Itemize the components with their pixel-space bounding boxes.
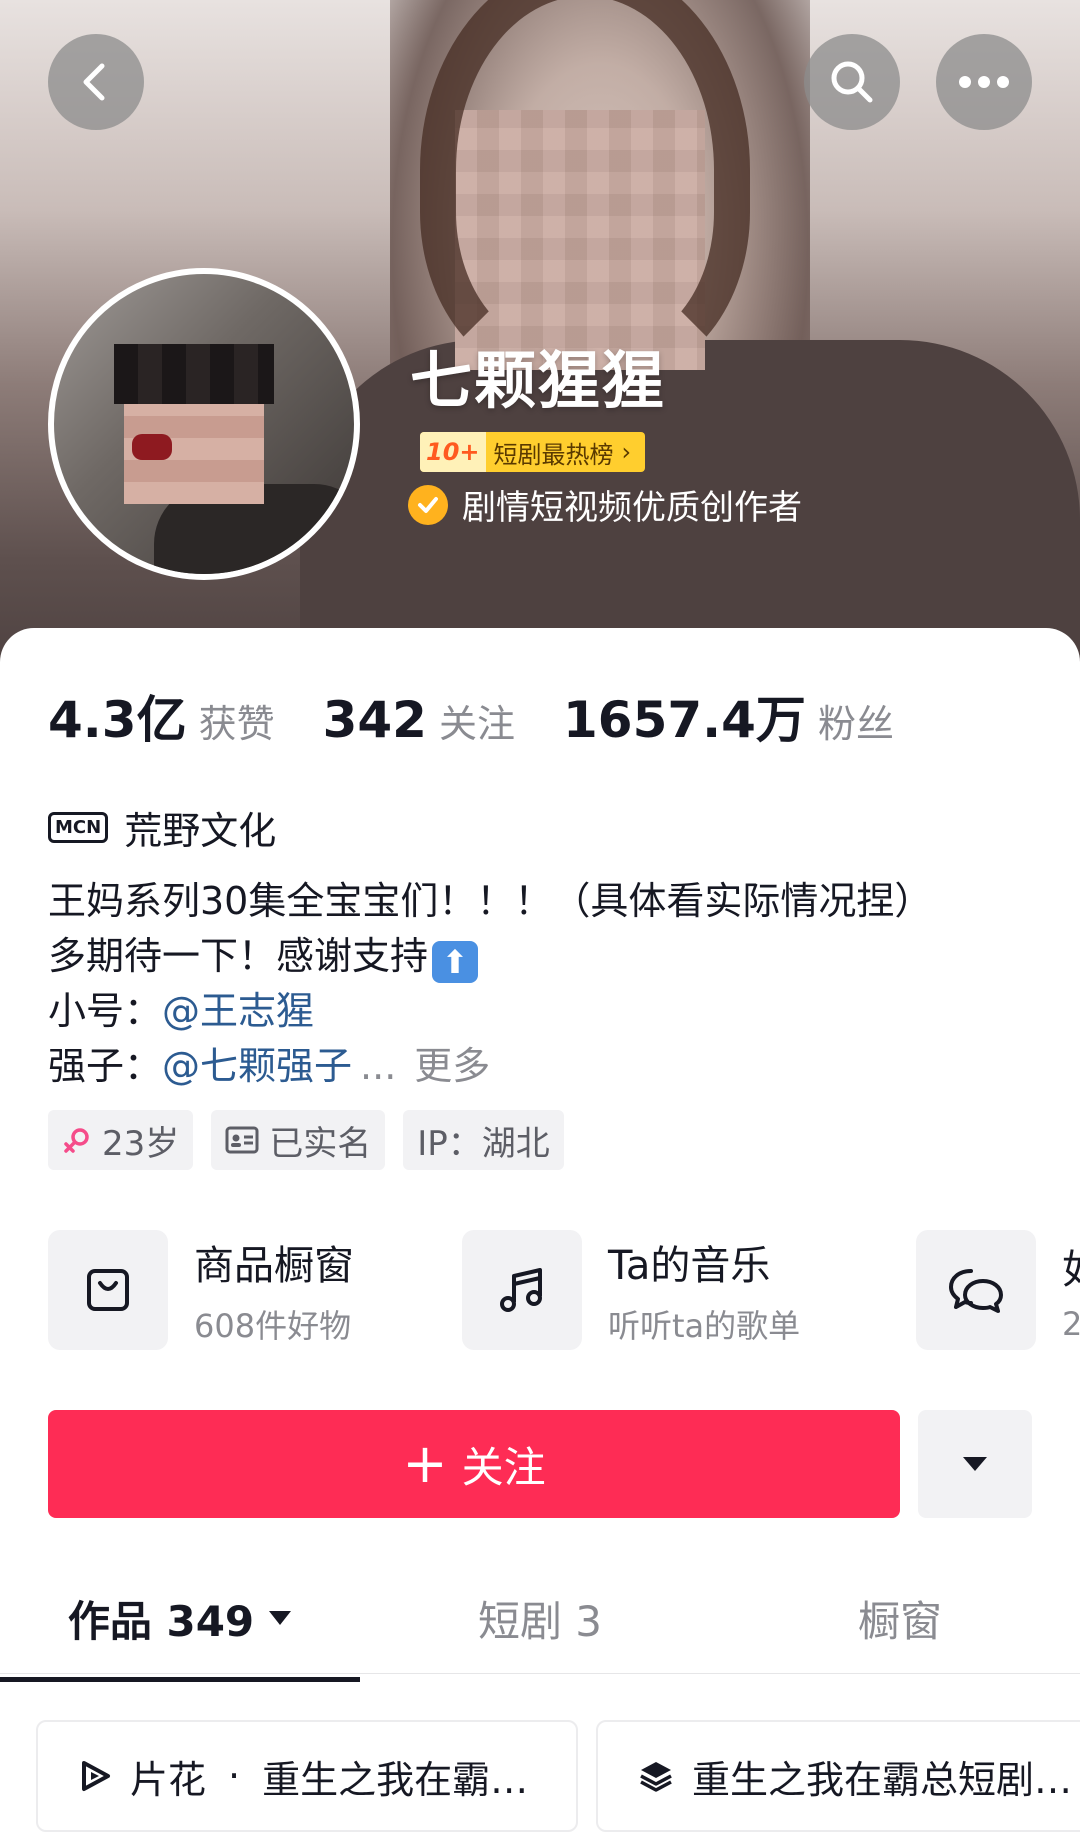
more-options-button[interactable]: [936, 34, 1032, 130]
tab-works[interactable]: 作品 349: [0, 1568, 360, 1668]
layers-icon: [638, 1759, 674, 1793]
bio-text: 强子：: [48, 1044, 163, 1088]
up-arrow-emoji-icon: ⬆: [432, 941, 479, 983]
chevron-left-icon: [83, 63, 105, 101]
ip-location-chip: IP：湖北: [403, 1110, 564, 1170]
content-tabs: 作品 349 短剧 3 橱窗: [0, 1568, 1080, 1674]
service-title: 商品橱窗: [194, 1243, 354, 1289]
info-chips: 23岁 已实名 IP：湖北: [48, 1110, 582, 1170]
service-subtitle: 听听ta的歌单: [608, 1307, 801, 1345]
stat-likes: 4.3亿 获赞: [48, 680, 275, 752]
play-clip-icon: [78, 1759, 112, 1793]
service-subtitle: 2: [1062, 1305, 1080, 1343]
collection-prefix: 片花: [130, 1757, 207, 1802]
shopping-bag-icon: [48, 1230, 168, 1350]
rank-badge-number: 10+: [420, 432, 486, 472]
mcn-row[interactable]: MCN 荒野文化: [48, 800, 276, 855]
nickname: 七颗猩猩: [410, 344, 667, 417]
caret-down-icon: [963, 1457, 987, 1471]
mcn-name: 荒野文化: [124, 809, 277, 853]
services-row: 商品橱窗 608件好物 Ta的音乐 听听ta的歌单 2: [48, 1230, 1080, 1350]
stat-value: 342: [322, 691, 427, 749]
verification-text: 剧情短视频优质创作者: [462, 488, 802, 528]
stat-value: 4.3亿: [48, 691, 187, 749]
tab-label: 橱窗: [857, 1596, 942, 1646]
stat-label: 获赞: [198, 702, 275, 746]
collection-title: 重生之我在霸总短剧…: [692, 1757, 1073, 1802]
service-subtitle: 608件好物: [194, 1307, 352, 1345]
collection-card[interactable]: 重生之我在霸总短剧…: [596, 1720, 1080, 1832]
active-tab-indicator: [0, 1677, 360, 1682]
more-dots-icon: [959, 76, 1009, 88]
bio: 王妈系列30集全宝宝们！！！（具体看实际情况捏） 多期待一下！感谢支持 ⬆ 小号：…: [48, 874, 1048, 1094]
stats-row: 4.3亿 获赞 342 关注 1657.4万 粉丝: [48, 680, 942, 752]
search-button[interactable]: [804, 34, 900, 130]
service-group-chat[interactable]: 如 2: [916, 1230, 1080, 1350]
music-note-icon: [462, 1230, 582, 1350]
verified-check-icon: [408, 484, 448, 525]
plus-icon: +: [402, 1432, 448, 1495]
service-title: 如: [1062, 1237, 1080, 1295]
tab-shop-window[interactable]: 橱窗: [720, 1568, 1080, 1668]
collection-title: 重生之我在霸…: [262, 1757, 529, 1802]
tab-label: 短剧 3: [477, 1596, 603, 1646]
cover-photo-hair: [420, 0, 750, 380]
caret-down-icon: [269, 1611, 292, 1625]
mcn-icon: MCN: [48, 812, 109, 843]
stat-label: 粉丝: [817, 702, 894, 746]
age-label: 23岁: [102, 1123, 180, 1164]
bio-line: 强子：@七颗强子... 更多: [48, 1039, 1048, 1094]
service-shop-window[interactable]: 商品橱窗 608件好物: [48, 1230, 354, 1350]
female-icon: [62, 1125, 92, 1155]
age-chip: 23岁: [48, 1110, 194, 1170]
collection-card[interactable]: 片花 · 重生之我在霸…: [36, 1720, 578, 1832]
bio-text: 王妈系列30集全宝宝们！！！（具体看实际情况捏）: [48, 879, 933, 923]
tab-label: 作品 349: [67, 1596, 255, 1646]
bio-more-button[interactable]: 更多: [414, 1044, 490, 1088]
mention-link[interactable]: @七颗强子: [162, 1044, 352, 1088]
profile-card: 4.3亿 获赞 342 关注 1657.4万 粉丝 MCN 荒野文化 王妈系列3…: [0, 628, 1080, 1841]
collection-separator: ·: [228, 1754, 241, 1798]
avatar[interactable]: [48, 268, 360, 580]
verified-name-chip: 已实名: [211, 1110, 386, 1170]
verification-badge: 剧情短视频优质创作者: [408, 480, 802, 529]
chat-bubbles-icon: [916, 1230, 1036, 1350]
ip-location-label: IP：湖北: [417, 1123, 550, 1164]
rank-badge[interactable]: 10+ 短剧最热榜 ›: [420, 432, 646, 472]
stat-followers[interactable]: 1657.4万 粉丝: [563, 680, 894, 752]
follow-label: 关注: [461, 1442, 546, 1492]
bio-line: 多期待一下！感谢支持 ⬆: [48, 929, 1048, 984]
profile-cover: 七颗猩猩 10+ 短剧最热榜 › 剧情短视频优质创作者: [0, 0, 1080, 700]
verified-name-label: 已实名: [269, 1123, 372, 1164]
bio-ellipsis: ...: [360, 1044, 397, 1088]
recommend-dropdown-button[interactable]: [918, 1410, 1032, 1518]
bio-line: 小号：@王志猩: [48, 984, 1048, 1039]
back-button[interactable]: [48, 34, 144, 130]
bio-line: 王妈系列30集全宝宝们！！！（具体看实际情况捏）: [48, 874, 1048, 929]
rank-badge-label: 短剧最热榜: [493, 440, 614, 469]
service-music[interactable]: Ta的音乐 听听ta的歌单: [462, 1230, 800, 1350]
stat-following[interactable]: 342 关注: [323, 691, 515, 749]
avatar-glasses-pixelated: [114, 344, 274, 404]
chevron-right-icon: ›: [621, 438, 632, 466]
avatar-lips: [132, 434, 172, 460]
id-card-icon: [225, 1126, 259, 1154]
tab-short-dramas[interactable]: 短剧 3: [360, 1568, 720, 1668]
follow-button[interactable]: + 关注: [48, 1410, 900, 1518]
bio-text: 小号：: [48, 989, 163, 1033]
stat-value: 1657.4万: [562, 691, 806, 749]
bio-text: 多期待一下！感谢支持: [48, 934, 429, 978]
search-icon: [831, 61, 873, 103]
stat-label: 关注: [438, 702, 515, 746]
collections-row: 片花 · 重生之我在霸… 重生之我在霸总短剧…: [36, 1720, 1080, 1832]
mention-link[interactable]: @王志猩: [162, 989, 314, 1033]
service-title: Ta的音乐: [608, 1243, 771, 1289]
